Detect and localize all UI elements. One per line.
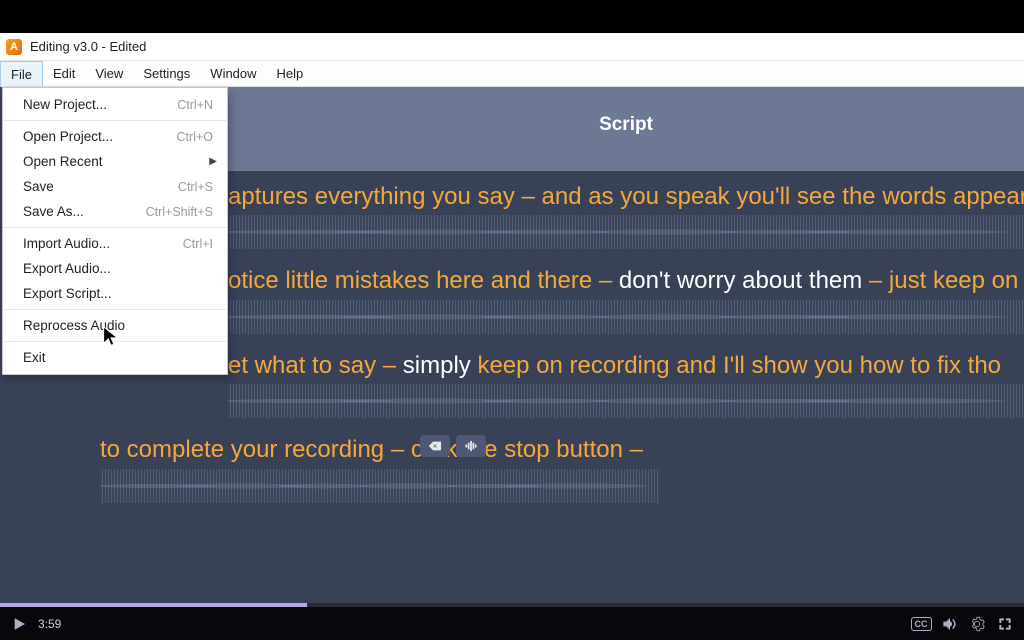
script-text: – just keep on (862, 267, 1018, 294)
menu-item-open-recent[interactable]: Open Recent ▶ (3, 149, 227, 174)
menu-item-label: Save As... (23, 204, 146, 219)
waveform-3[interactable] (228, 384, 1024, 418)
menu-separator (4, 120, 226, 121)
menu-item-label: Open Recent (23, 154, 213, 169)
delete-word-button[interactable] (420, 435, 450, 457)
menu-item-shortcut: Ctrl+S (178, 180, 213, 194)
play-icon (11, 616, 27, 632)
menu-item-label: Save (23, 179, 178, 194)
menu-label: Help (277, 66, 304, 81)
menu-separator (4, 341, 226, 342)
menu-item-label: Open Project... (23, 129, 177, 144)
menu-item-shortcut: Ctrl+I (183, 237, 213, 251)
menu-item-label: Export Script... (23, 286, 213, 301)
menu-edit[interactable]: Edit (43, 61, 85, 86)
menu-separator (4, 227, 226, 228)
video-frame: A Editing v3.0 - Edited File Edit View S… (0, 0, 1024, 640)
settings-button[interactable] (968, 615, 986, 633)
tab-script[interactable]: Script (599, 114, 653, 144)
waveform-2[interactable] (228, 300, 1024, 334)
titlebar: A Editing v3.0 - Edited (0, 33, 1024, 61)
menu-item-import-audio[interactable]: Import Audio... Ctrl+I (3, 231, 227, 256)
menu-settings[interactable]: Settings (133, 61, 200, 86)
script-text: keep on recording and I'll show you how … (471, 352, 1001, 379)
menu-label: File (11, 67, 32, 82)
waveform-icon (463, 439, 479, 453)
menu-item-label: Exit (23, 350, 213, 365)
menu-item-save[interactable]: Save Ctrl+S (3, 174, 227, 199)
script-line-1[interactable]: aptures everything you say – and as you … (228, 181, 1024, 213)
menu-item-exit[interactable]: Exit (3, 345, 227, 370)
menu-item-label: Export Audio... (23, 261, 213, 276)
menu-window[interactable]: Window (200, 61, 266, 86)
header-band: Script (228, 87, 1024, 171)
video-time: 3:59 (38, 617, 61, 631)
app-icon: A (6, 39, 22, 55)
waveform-4[interactable] (100, 469, 660, 503)
script-line-2[interactable]: otice little mistakes here and there – d… (228, 265, 1024, 297)
menu-label: View (95, 66, 123, 81)
edit-toolbar (420, 435, 486, 457)
app-window: A Editing v3.0 - Edited File Edit View S… (0, 33, 1024, 603)
script-text: to complete your recording – click the s… (100, 436, 643, 463)
captions-button[interactable]: CC (912, 615, 930, 633)
menu-view[interactable]: View (85, 61, 133, 86)
file-dropdown: New Project... Ctrl+N Open Project... Ct… (2, 87, 228, 375)
menu-file[interactable]: File (0, 61, 43, 86)
cc-icon: CC (911, 617, 932, 631)
gear-icon (969, 616, 985, 632)
fullscreen-button[interactable] (996, 615, 1014, 633)
letterbox-top (0, 0, 1024, 33)
menubar: File Edit View Settings Window Help (0, 61, 1024, 87)
submenu-arrow-icon: ▶ (209, 156, 217, 167)
fullscreen-icon (997, 616, 1013, 632)
script-text: aptures everything you say – and as you … (228, 183, 1024, 210)
menu-item-save-as[interactable]: Save As... Ctrl+Shift+S (3, 199, 227, 224)
volume-icon (941, 616, 957, 632)
play-button[interactable] (10, 615, 28, 633)
menu-label: Settings (143, 66, 190, 81)
waveform-1[interactable] (228, 215, 1024, 249)
menu-item-open-project[interactable]: Open Project... Ctrl+O (3, 124, 227, 149)
menu-label: Edit (53, 66, 75, 81)
menu-item-export-audio[interactable]: Export Audio... (3, 256, 227, 281)
menu-item-shortcut: Ctrl+Shift+S (146, 205, 213, 219)
app-icon-letter: A (10, 41, 18, 53)
window-title: Editing v3.0 - Edited (30, 39, 146, 54)
menu-label: Window (210, 66, 256, 81)
menu-item-shortcut: Ctrl+O (177, 130, 213, 144)
menu-separator (4, 309, 226, 310)
script-text-highlight: don't worry about them (619, 267, 862, 294)
menu-item-new-project[interactable]: New Project... Ctrl+N (3, 92, 227, 117)
script-text: otice little mistakes here and there – (228, 267, 619, 294)
menu-help[interactable]: Help (267, 61, 314, 86)
menu-item-shortcut: Ctrl+N (177, 98, 213, 112)
menu-item-label: Reprocess Audio (23, 318, 213, 333)
audio-edit-button[interactable] (456, 435, 486, 457)
video-player-bar: 3:59 CC (0, 607, 1024, 640)
backspace-icon (427, 439, 443, 453)
script-line-3[interactable]: et what to say – simply keep on recordin… (228, 350, 1024, 382)
script-text-highlight: simply (403, 352, 471, 379)
script-text: et what to say – (228, 352, 403, 379)
menu-item-label: New Project... (23, 97, 177, 112)
volume-button[interactable] (940, 615, 958, 633)
script-line-4[interactable]: to complete your recording – click the s… (100, 434, 1024, 466)
menu-item-label: Import Audio... (23, 236, 183, 251)
menu-item-reprocess-audio[interactable]: Reprocess Audio (3, 313, 227, 338)
menu-item-export-script[interactable]: Export Script... (3, 281, 227, 306)
